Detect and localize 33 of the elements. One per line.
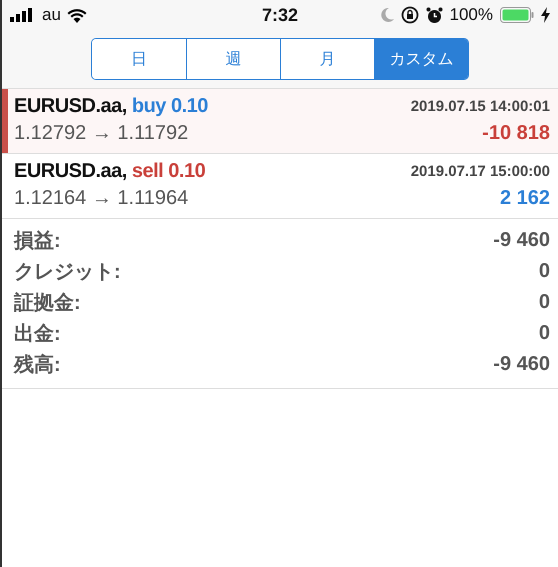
wifi-icon [66,8,87,22]
trade-row[interactable]: EURUSD.aa, sell 0.10 2019.07.17 15:00:00 1.12164 → 1.11964 2 162 [2,154,558,219]
trade-profit: -10 818 [482,122,550,145]
period-tab[interactable]: 月 [280,39,374,79]
trade-time: 2019.07.15 14:00:01 [410,98,550,115]
trade-prices: 1.12164 → 1.11964 [14,187,188,210]
rotation-lock-icon [400,6,419,24]
summary-value: -9 460 [493,353,550,376]
summary-label: 出金: [14,322,61,347]
trade-title: EURUSD.aa, buy 0.10 [14,95,208,118]
trade-profit: 2 162 [500,187,550,210]
summary-value: -9 460 [493,229,550,252]
summary-value: 0 [538,260,550,283]
period-tab[interactable]: 日 [92,39,186,79]
summary-value: 0 [538,322,550,345]
summary-value: 0 [538,291,550,314]
alarm-icon [426,6,443,24]
trade-time: 2019.07.17 15:00:00 [410,163,550,180]
period-tab[interactable]: カスタム [374,39,468,79]
summary-label: クレジット: [14,260,121,285]
trade-prices: 1.12792 → 1.11792 [14,122,188,145]
moon-icon [380,8,394,22]
battery-icon [500,7,534,23]
summary-label: 損益: [14,229,61,254]
trade-row[interactable]: EURUSD.aa, buy 0.10 2019.07.15 14:00:01 1.12792 → 1.11792 -10 818 [2,89,558,154]
charging-icon [541,7,550,23]
summary-label: 証拠金: [14,291,81,316]
summary-label: 残高: [14,352,61,378]
clock-time: 7:32 [262,4,298,26]
carrier-name: au [42,5,61,25]
battery-percent: 100% [450,5,493,25]
trade-title: EURUSD.aa, sell 0.10 [14,160,206,183]
period-tab[interactable]: 週 [186,39,280,79]
